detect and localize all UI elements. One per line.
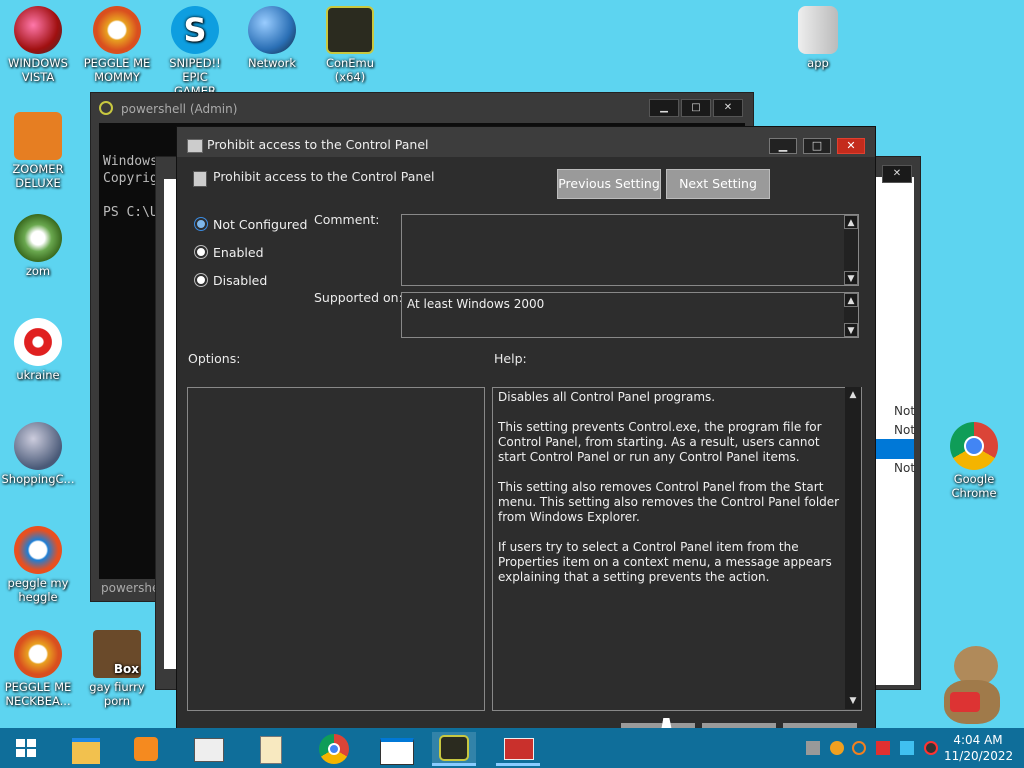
peggle-icon — [14, 630, 62, 678]
minimize-button[interactable]: ▁ — [649, 99, 679, 117]
peggle-icon — [93, 6, 141, 54]
flash-icon — [14, 422, 62, 470]
media-player-icon — [134, 737, 158, 761]
desktop-icon-shopping[interactable]: ShoppingC... — [0, 418, 76, 486]
skype-icon: S — [171, 6, 219, 54]
comment-label: Comment: — [314, 212, 380, 227]
options-label: Options: — [188, 351, 241, 366]
gpedit-taskbar-button[interactable] — [496, 732, 540, 766]
next-setting-button[interactable]: Next Setting — [666, 169, 770, 199]
chrome-icon — [950, 422, 998, 470]
window-icon — [194, 738, 224, 762]
maximize-button[interactable]: □ — [803, 138, 831, 154]
clock-time: 4:04 AM — [953, 733, 1003, 747]
policy-icon — [193, 171, 207, 187]
desktop-icon-google-chrome[interactable]: Google Chrome — [936, 418, 1012, 500]
radio-not-configured[interactable]: Not Configured — [195, 217, 307, 232]
network-globe-icon — [248, 6, 296, 54]
close-button[interactable]: ✕ — [882, 165, 912, 183]
windows-vista-icon — [14, 6, 62, 54]
chrome-icon — [319, 734, 349, 764]
desktop-icon-network[interactable]: Network — [234, 2, 310, 70]
beaver-mascot-image — [914, 640, 1014, 728]
app-icon — [798, 6, 838, 54]
radio-selected-icon — [195, 218, 207, 230]
scroll-down-icon[interactable]: ▼ — [844, 271, 858, 285]
folder-icon — [72, 738, 100, 764]
scroll-up-icon[interactable]: ▲ — [847, 389, 859, 401]
toolbox-icon — [504, 738, 534, 760]
close-button[interactable]: ✕ — [837, 138, 865, 154]
help-text: Disables all Control Panel programs. Thi… — [498, 390, 840, 584]
supported-on-label: Supported on: — [314, 290, 403, 305]
tray-search-icon[interactable] — [852, 741, 866, 755]
desktop-icon-peggle-mommy[interactable]: PEGGLE ME MOMMY — [79, 2, 155, 84]
previous-setting-button[interactable]: Previous Setting — [557, 169, 661, 199]
tray-flag-icon[interactable] — [876, 741, 890, 755]
help-panel[interactable]: Disables all Control Panel programs. Thi… — [492, 387, 862, 711]
desktop-icon-zoomer-deluxe[interactable]: ZOOMER DELUXE — [0, 108, 76, 190]
close-button[interactable]: ✕ — [713, 99, 743, 117]
zombie-plant-icon — [14, 214, 62, 262]
conemu-icon — [326, 6, 374, 54]
clock[interactable]: 4:04 AM 11/20/2022 — [944, 732, 1014, 764]
explorer-window-taskbar-button[interactable] — [376, 732, 416, 766]
desktop-icon-windows-vista[interactable]: WINDOWS VISTA — [0, 2, 76, 84]
desktop-icon-conemu[interactable]: ConEmu (x64) — [312, 2, 388, 84]
scroll-up-icon[interactable]: ▲ — [844, 293, 858, 307]
policy-icon — [187, 139, 203, 153]
document-icon — [260, 736, 282, 764]
desktop-icon-ukraine[interactable]: ukraine — [0, 314, 76, 382]
dialog-title: Prohibit access to the Control Panel — [207, 137, 429, 152]
policy-setting-dialog[interactable]: Prohibit access to the Control Panel ▁ □… — [176, 126, 876, 738]
desktop-icon-peggle-neckbeard[interactable]: PEGGLE ME NECKBEA... — [0, 626, 76, 708]
maximize-button[interactable]: □ — [681, 99, 711, 117]
desktop-icon-zom[interactable]: zom — [0, 210, 76, 278]
setting-title: Prohibit access to the Control Panel — [213, 169, 435, 184]
start-button[interactable] — [6, 734, 46, 762]
tray-gear-icon[interactable] — [830, 741, 844, 755]
radio-disabled[interactable]: Disabled — [195, 273, 267, 288]
help-scrollbar[interactable]: ▲ ▼ — [845, 387, 861, 709]
dialog-titlebar[interactable]: Prohibit access to the Control Panel ▁ □… — [177, 127, 875, 157]
radio-icon — [195, 274, 207, 286]
comment-scrollbar[interactable]: ▲ ▼ — [844, 215, 858, 285]
tray-monitor-icon[interactable] — [900, 741, 914, 755]
desktop-icon-app[interactable]: app — [780, 2, 856, 70]
desktop-icon-box[interactable]: Box gay fiurry porn — [79, 626, 155, 708]
help-label: Help: — [494, 351, 527, 366]
scroll-down-icon[interactable]: ▼ — [847, 695, 859, 707]
supported-scrollbar[interactable]: ▲ ▼ — [844, 293, 858, 337]
minimize-button[interactable]: ▁ — [769, 138, 797, 154]
right-list-selected-row — [876, 439, 914, 459]
conemu-icon — [439, 735, 469, 761]
scroll-down-icon[interactable]: ▼ — [844, 323, 858, 337]
options-panel — [187, 387, 485, 711]
scroll-up-icon[interactable]: ▲ — [844, 215, 858, 229]
window-icon — [380, 738, 414, 765]
radiation-icon — [14, 318, 62, 366]
media-player-taskbar-button[interactable] — [126, 732, 166, 766]
conemu-taskbar-button[interactable] — [432, 732, 476, 766]
radio-icon — [195, 246, 207, 258]
conemu-icon — [99, 101, 113, 115]
taskbar: 4:04 AM 11/20/2022 — [0, 728, 1024, 768]
clock-date: 11/20/2022 — [944, 749, 1014, 763]
desktop-icon-peggle-my-heggle[interactable]: peggle my heggle — [0, 522, 76, 604]
windows-logo-icon — [16, 739, 36, 757]
window-taskbar-button[interactable] — [188, 732, 228, 766]
supported-on-field: At least Windows 2000 ▲ ▼ — [401, 292, 859, 338]
box-icon: Box — [93, 630, 141, 678]
chrome-taskbar-button[interactable] — [314, 732, 354, 766]
radio-enabled[interactable]: Enabled — [195, 245, 264, 260]
peggle-icon — [14, 526, 62, 574]
app-taskbar-button[interactable] — [250, 732, 290, 766]
tray-app-icon[interactable] — [806, 741, 820, 755]
zoomer-icon — [14, 112, 62, 160]
tray-volume-icon[interactable] — [924, 741, 938, 755]
file-explorer-taskbar-button[interactable] — [66, 732, 106, 766]
comment-textarea[interactable]: ▲ ▼ — [401, 214, 859, 286]
